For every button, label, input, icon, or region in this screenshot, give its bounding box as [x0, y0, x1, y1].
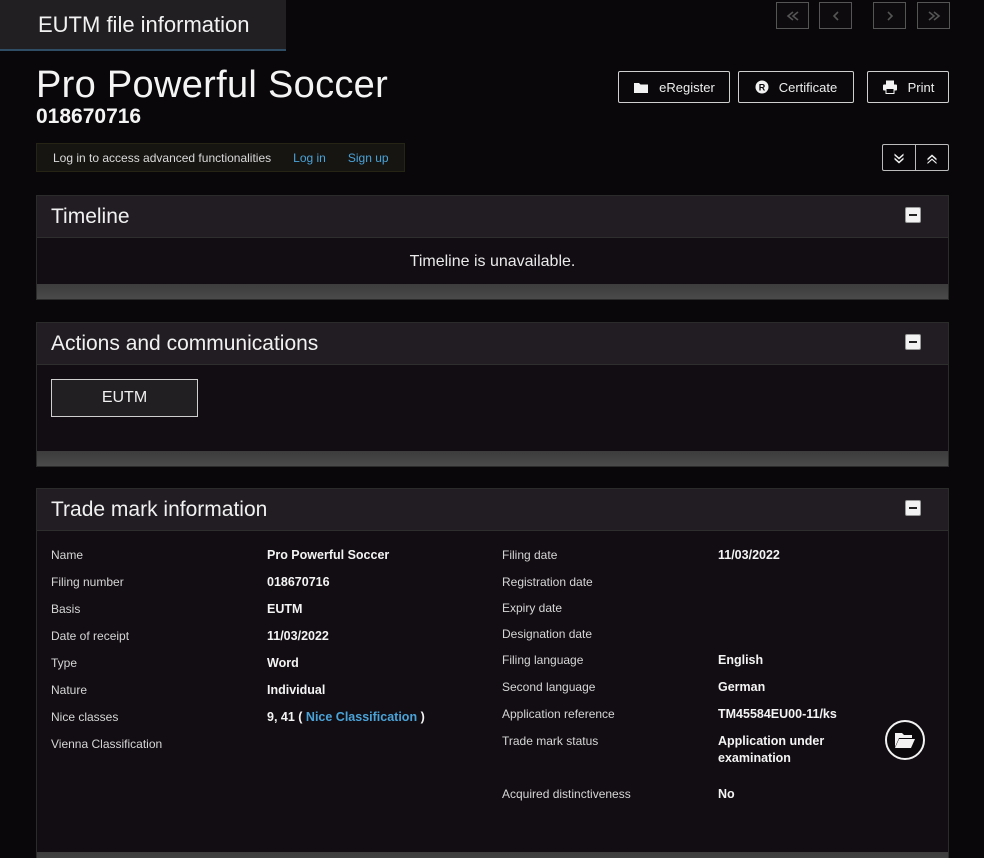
acquired-distinctiveness-value: No — [718, 787, 735, 801]
chevron-right-icon — [886, 10, 893, 21]
double-chevron-right-icon — [928, 10, 940, 21]
basis-label: Basis — [51, 602, 81, 616]
floating-folder-button[interactable] — [885, 720, 925, 760]
timeline-heading: Timeline — [51, 204, 130, 228]
expiry-date-label: Expiry date — [502, 601, 563, 615]
print-label: Print — [907, 79, 935, 95]
login-notice-bar: Log in to access advanced functionalitie… — [36, 143, 405, 172]
certificate-button[interactable]: R Certificate — [738, 71, 854, 103]
trademark-info-heading: Trade mark information — [51, 497, 268, 521]
last-record-button[interactable] — [917, 2, 950, 29]
actions-panel: Actions and communications EUTM — [36, 322, 949, 467]
registered-mark-icon: R — [755, 80, 769, 94]
record-navigation — [776, 2, 950, 30]
second-language-label: Second language — [502, 680, 596, 694]
page-header-tab: EUTM file information — [0, 0, 286, 51]
type-label: Type — [51, 656, 78, 670]
page-header-title: EUTM file information — [38, 11, 250, 37]
acquired-distinctiveness-label: Acquired distinctiveness — [502, 787, 631, 801]
open-folder-icon — [895, 733, 915, 748]
date-of-receipt-value: 11/03/2022 — [267, 629, 329, 643]
designation-date-label: Designation date — [502, 627, 593, 641]
trademark-title: Pro Powerful Soccer — [36, 64, 389, 106]
double-chevron-down-icon — [894, 153, 904, 163]
print-button[interactable]: Print — [867, 71, 949, 103]
date-of-receipt-label: Date of receipt — [51, 629, 130, 643]
trademark-info-panel-footer — [37, 852, 948, 858]
eregister-button[interactable]: eRegister — [618, 71, 730, 103]
timeline-panel-footer — [37, 284, 948, 299]
actions-collapse-icon[interactable] — [905, 334, 921, 350]
basis-value: EUTM — [267, 602, 303, 616]
timeline-panel: Timeline Timeline is unavailable. — [36, 195, 949, 300]
filing-language-label: Filing language — [502, 653, 584, 667]
filing-number-value: 018670716 — [267, 575, 330, 589]
printer-icon — [882, 80, 897, 94]
collapse-all-button[interactable] — [916, 145, 948, 170]
login-notice-message: Log in to access advanced functionalitie… — [53, 150, 272, 165]
trademark-info-collapse-icon[interactable] — [905, 500, 921, 516]
nature-value: Individual — [267, 683, 326, 697]
trademark-status-value-line2: examination — [718, 751, 791, 765]
type-value: Word — [267, 656, 299, 670]
double-chevron-left-icon — [786, 10, 798, 21]
trademark-status-value: Application under — [718, 734, 825, 748]
actions-heading: Actions and communications — [51, 331, 319, 355]
filing-number-label: Filing number — [51, 575, 124, 589]
signup-link[interactable]: Sign up — [348, 151, 389, 165]
nice-classes-numbers: 9, 41 ( — [267, 710, 303, 724]
actions-panel-footer — [37, 451, 948, 466]
next-record-button[interactable] — [873, 2, 906, 29]
chevron-left-icon — [832, 10, 839, 21]
minus-icon — [909, 507, 917, 509]
svg-text:R: R — [758, 83, 765, 93]
nature-label: Nature — [51, 683, 88, 697]
filing-date-label: Filing date — [502, 548, 558, 562]
registration-date-label: Registration date — [502, 575, 593, 589]
folder-icon — [634, 82, 649, 93]
certificate-label: Certificate — [778, 79, 838, 95]
minus-icon — [909, 341, 917, 343]
login-link[interactable]: Log in — [293, 151, 326, 165]
name-label: Name — [51, 548, 84, 562]
trademark-file-number: 018670716 — [36, 105, 142, 128]
nice-classes-value: 9, 41 ( Nice Classification ) — [267, 710, 425, 724]
timeline-unavailable-message: Timeline is unavailable. — [409, 253, 576, 270]
filing-language-value: English — [718, 653, 764, 667]
previous-record-button[interactable] — [819, 2, 852, 29]
double-chevron-up-icon — [927, 154, 937, 164]
nice-classes-label: Nice classes — [51, 710, 119, 724]
trademark-info-panel-header[interactable]: Trade mark information — [37, 489, 948, 531]
timeline-panel-header[interactable]: Timeline — [37, 196, 948, 238]
expand-collapse-all — [882, 144, 949, 171]
eregister-label: eRegister — [659, 79, 715, 95]
nice-classes-suffix: ) — [420, 710, 425, 724]
application-reference-label: Application reference — [502, 707, 615, 721]
actions-panel-header[interactable]: Actions and communications — [37, 323, 948, 365]
trademark-status-label: Trade mark status — [502, 734, 599, 748]
vienna-classification-label: Vienna Classification — [51, 737, 163, 751]
timeline-collapse-icon[interactable] — [905, 207, 921, 223]
expand-all-button[interactable] — [883, 145, 916, 170]
first-record-button[interactable] — [776, 2, 809, 29]
minus-icon — [909, 214, 917, 216]
filing-date-value: 11/03/2022 — [718, 548, 780, 562]
nice-classification-link[interactable]: Nice Classification — [306, 710, 417, 724]
second-language-value: German — [718, 680, 766, 694]
eutm-tab-button[interactable]: EUTM — [51, 379, 198, 417]
trademark-info-panel: Trade mark information Name Pro Powerful… — [36, 488, 949, 858]
name-value: Pro Powerful Soccer — [267, 548, 390, 562]
application-reference-value: TM45584EU00-11/ks — [718, 707, 837, 721]
